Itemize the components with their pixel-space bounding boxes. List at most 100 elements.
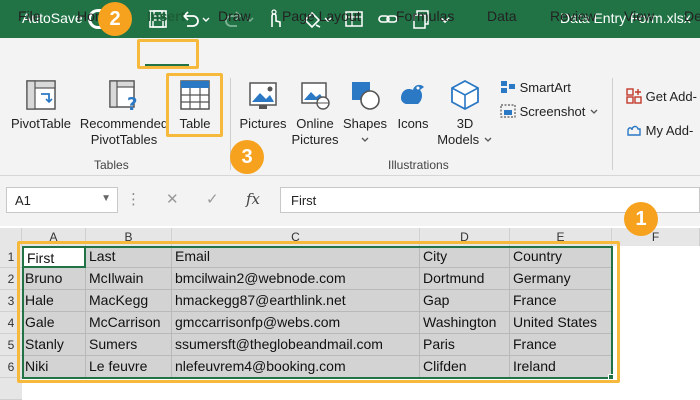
my-addins-label: My Add- xyxy=(645,123,694,138)
pictures-button[interactable]: Pictures xyxy=(236,78,290,132)
recommended-pivottables-button[interactable]: ? Recommended PivotTables xyxy=(78,78,170,148)
screenshot-dropdown-icon xyxy=(590,109,598,114)
get-addins-button[interactable]: Get Add- xyxy=(626,88,697,104)
cell-c6[interactable]: nlefeuvrem4@booking.com xyxy=(172,356,420,378)
cell-b5[interactable]: Sumers xyxy=(86,334,172,356)
table-insert-icon xyxy=(180,80,210,110)
screenshot-button[interactable]: Screenshot xyxy=(500,104,599,119)
icons-icon xyxy=(401,84,424,104)
tab-developer[interactable]: De xyxy=(684,8,700,24)
my-addins-button[interactable]: My Add- xyxy=(626,122,693,138)
cancel-icon[interactable]: ✕ xyxy=(166,190,179,208)
online-pictures-button[interactable]: Online Pictures xyxy=(288,78,342,148)
cell-c5[interactable]: ssumersft@theglobeandmail.com xyxy=(172,334,420,356)
name-box-value: A1 xyxy=(15,193,31,208)
cell-a3[interactable]: Hale xyxy=(22,290,86,312)
cell-d1[interactable]: City xyxy=(420,246,510,268)
addin-icon xyxy=(627,125,641,136)
row-header-6[interactable]: 6 xyxy=(0,356,22,378)
column-header-e[interactable]: E xyxy=(510,228,612,246)
cell-a4[interactable]: Gale xyxy=(22,312,86,334)
shapes-button[interactable]: Shapes xyxy=(342,78,388,148)
select-all-corner[interactable] xyxy=(0,228,22,246)
online-pictures-icon xyxy=(301,82,330,110)
cell-a5[interactable]: Stanly xyxy=(22,334,86,356)
column-header-f[interactable]: F xyxy=(612,228,700,246)
models-label-line1: 3D xyxy=(456,116,474,131)
cell-d6[interactable]: Clifden xyxy=(420,356,510,378)
tab-file[interactable]: File xyxy=(18,8,41,24)
row-header-1[interactable]: 1 xyxy=(0,246,22,268)
row-header-3[interactable]: 3 xyxy=(0,290,22,312)
formula-value: First xyxy=(291,193,317,208)
insert-function-icon[interactable]: fx xyxy=(246,190,260,208)
cell-e2[interactable]: Germany xyxy=(510,268,612,290)
tab-draw[interactable]: Draw xyxy=(218,8,251,24)
cell-e3[interactable]: France xyxy=(510,290,612,312)
fill-handle[interactable] xyxy=(608,374,614,380)
column-header-d[interactable]: D xyxy=(420,228,510,246)
callout-badge-1: 1 xyxy=(624,202,658,236)
recommended-pivottables-icon: ? xyxy=(109,80,137,112)
3d-models-button[interactable]: 3D Models xyxy=(436,78,494,148)
cell-d4[interactable]: Washington xyxy=(420,312,510,334)
get-addins-label: Get Add- xyxy=(645,89,697,104)
icons-button[interactable]: Icons xyxy=(390,78,436,132)
cell-a1[interactable]: First xyxy=(22,246,86,268)
online-label-line2: Pictures xyxy=(291,132,339,147)
cell-e4[interactable]: United States xyxy=(510,312,612,334)
column-header-c[interactable]: C xyxy=(172,228,420,246)
enter-icon[interactable]: ✓ xyxy=(206,190,219,208)
tab-page-layout[interactable]: Page Layout xyxy=(282,8,361,24)
shapes-label: Shapes xyxy=(342,116,388,131)
cell-a2[interactable]: Bruno xyxy=(22,268,86,290)
3d-cube-icon xyxy=(451,79,479,111)
screenshot-label: Screenshot xyxy=(519,104,586,119)
name-box-dropdown-icon[interactable]: ▼ xyxy=(101,193,111,204)
recommended-label-line1: Recommended xyxy=(79,116,169,131)
tab-insert[interactable]: Insert xyxy=(147,8,185,24)
cell-b3[interactable]: MacKegg xyxy=(86,290,172,312)
cell-c4[interactable]: gmccarrisonfp@webs.com xyxy=(172,312,420,334)
screenshot-icon xyxy=(500,104,516,118)
icons-label: Icons xyxy=(397,116,429,131)
cell-e6[interactable]: Ireland xyxy=(510,356,612,378)
cell-d3[interactable]: Gap xyxy=(420,290,510,312)
cell-c1[interactable]: Email xyxy=(172,246,420,268)
cell-d2[interactable]: Dortmund xyxy=(420,268,510,290)
callout-badge-2: 2 xyxy=(98,2,132,36)
column-header-a[interactable]: A xyxy=(22,228,86,246)
cell-e1[interactable]: Country xyxy=(510,246,612,268)
cell-b4[interactable]: McCarrison xyxy=(86,312,172,334)
table-button[interactable]: Table xyxy=(172,78,218,132)
cell-e5[interactable]: France xyxy=(510,334,612,356)
cell-c2[interactable]: bmcilwain2@webnode.com xyxy=(172,268,420,290)
svg-text:?: ? xyxy=(127,94,137,112)
cell-a6[interactable]: Niki xyxy=(22,356,86,378)
row-header-7[interactable] xyxy=(0,378,22,400)
name-box[interactable]: A1 ▼ xyxy=(6,187,118,213)
tab-view[interactable]: View xyxy=(624,8,654,24)
tab-formulas[interactable]: Formulas xyxy=(396,8,454,24)
smartart-icon xyxy=(501,81,515,93)
undo-dropdown-icon[interactable] xyxy=(200,7,212,31)
tab-review[interactable]: Review xyxy=(550,8,596,24)
cell-d5[interactable]: Paris xyxy=(420,334,510,356)
smartart-button[interactable]: SmartArt xyxy=(500,80,571,95)
row-header-4[interactable]: 4 xyxy=(0,312,22,334)
pictures-label: Pictures xyxy=(239,116,287,131)
illustrations-group-label: Illustrations xyxy=(388,158,449,172)
cell-b1[interactable]: Last xyxy=(86,246,172,268)
column-header-b[interactable]: B xyxy=(86,228,172,246)
cell-b2[interactable]: McIlwain xyxy=(86,268,172,290)
pivottable-button[interactable]: PivotTable xyxy=(8,78,74,132)
cell-c3[interactable]: hmackegg87@earthlink.net xyxy=(172,290,420,312)
row-header-2[interactable]: 2 xyxy=(0,268,22,290)
tab-data[interactable]: Data xyxy=(487,8,517,24)
tables-group-label: Tables xyxy=(94,158,129,172)
formula-bar-resize-icon[interactable]: ⋮ xyxy=(126,190,141,208)
shapes-icon xyxy=(352,82,380,110)
cell-b6[interactable]: Le feuvre xyxy=(86,356,172,378)
row-header-5[interactable]: 5 xyxy=(0,334,22,356)
smartart-label: SmartArt xyxy=(519,80,571,95)
